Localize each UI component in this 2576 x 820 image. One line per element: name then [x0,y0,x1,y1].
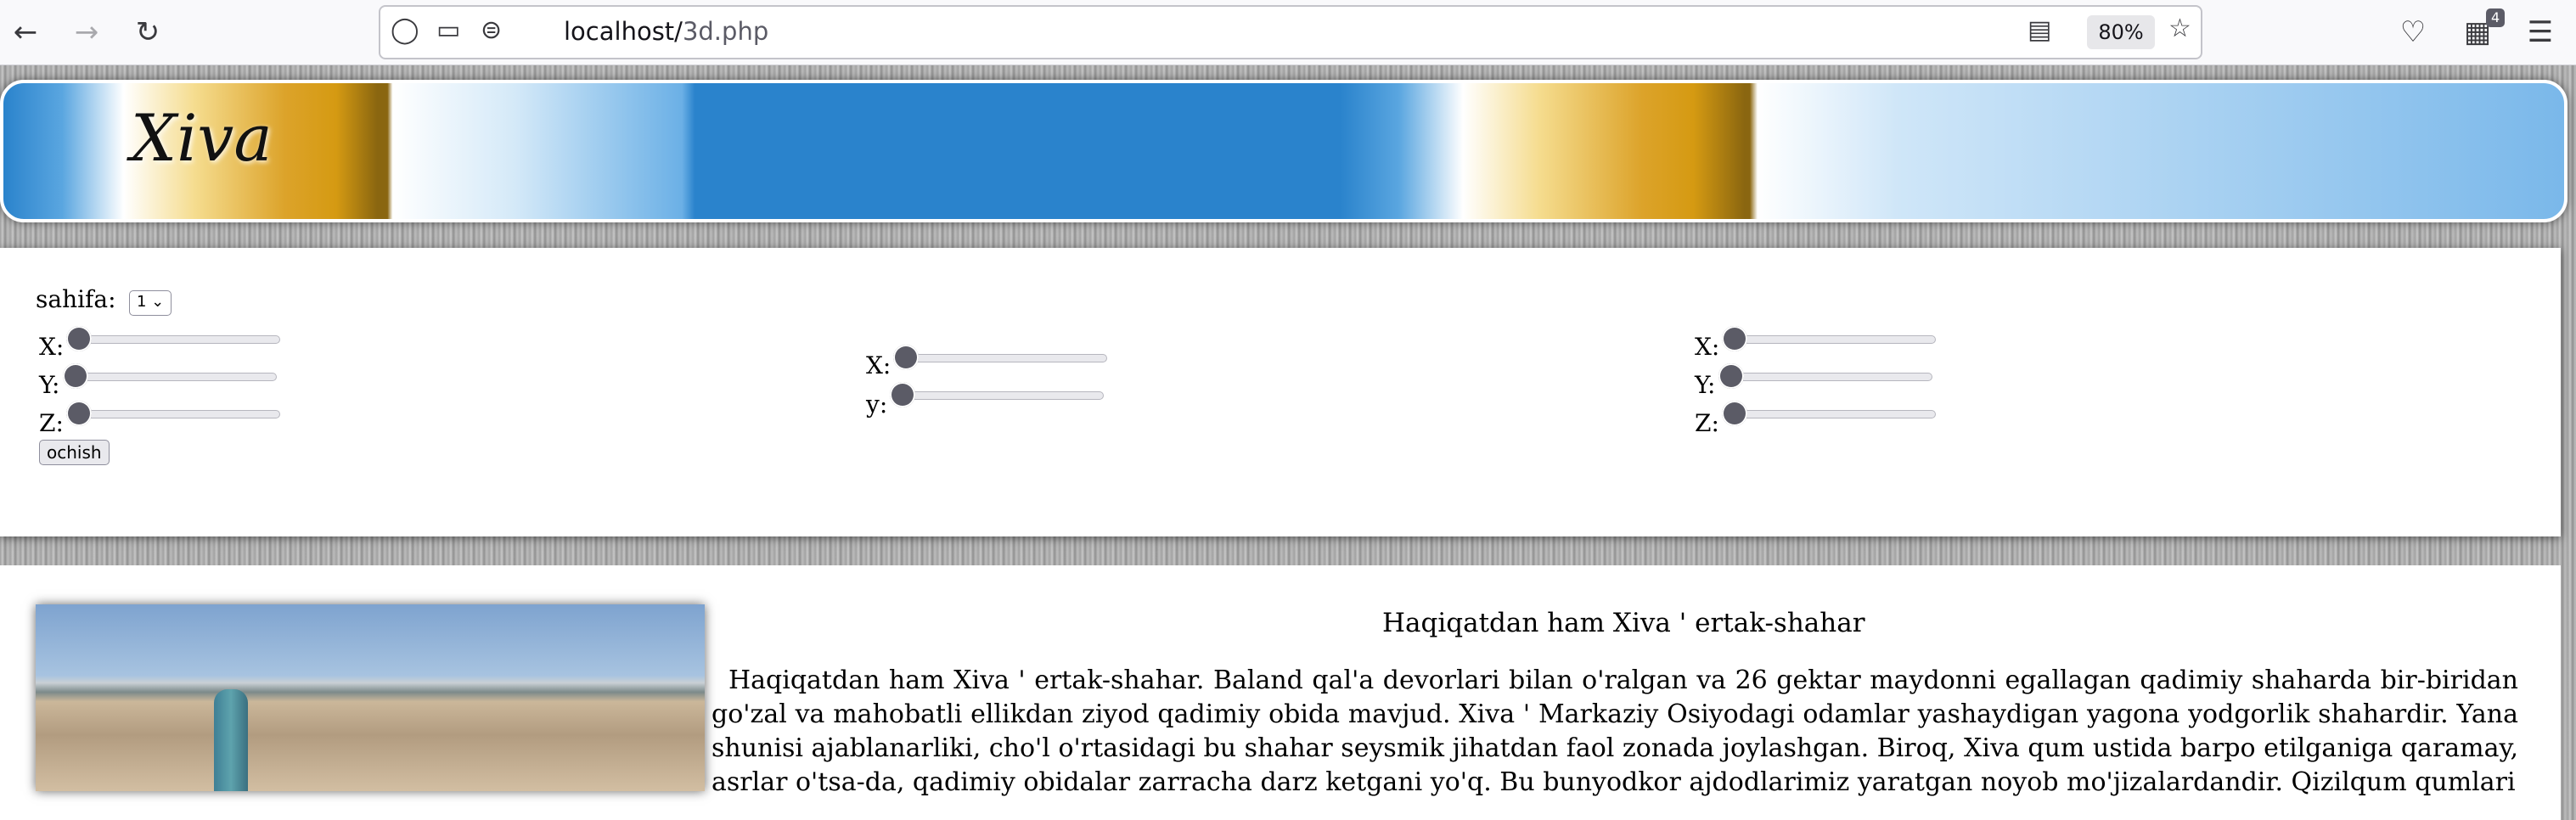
x-slider[interactable] [66,326,280,351]
slider-track [893,354,1107,362]
city-photo [36,604,705,791]
z-slider[interactable] [66,401,280,426]
slider-thumb[interactable] [66,401,92,426]
x-slider[interactable] [893,345,1107,370]
url-bar[interactable]: ◯ ▭ ⊜ localhost/3d.php ▤ 80% ☆ [379,5,2202,59]
extensions-badge: 4 [2486,8,2506,27]
shield-icon[interactable]: ◯ [391,14,419,48]
x-slider[interactable] [1722,326,1936,351]
slider-track [1722,410,1936,418]
back-icon[interactable]: ← [7,14,44,51]
reload-icon[interactable]: ↻ [129,14,166,51]
y-label: y: [866,390,888,418]
z-slider[interactable] [1722,401,1936,426]
page-label: sahifa: [36,285,116,313]
reader-view-icon[interactable]: ▤ [2028,14,2051,48]
article-body: Haqiqatdan ham Xiva ' ertak-shahar. Bala… [711,666,2518,797]
slider-thumb[interactable] [63,363,88,389]
controls-panel: sahifa: 1 ⌄ X: Y: Z: ochish X: y: X: Y: … [0,248,2561,536]
slider-thumb[interactable] [66,326,92,351]
slider-track [66,335,280,344]
article-section: Haqiqatdan ham Xiva ' ertak-shahar Haqiq… [0,565,2561,820]
url-path: 3d.php [682,17,769,46]
y-slider[interactable] [63,363,277,389]
page-select-value: 1 [137,293,147,311]
menu-icon[interactable]: ☰ [2522,14,2559,51]
z-label: Z: [1695,409,1719,437]
page-select[interactable]: 1 ⌄ [129,290,172,316]
slider-track [1722,335,1936,344]
slider-track [66,410,280,418]
slider-track [1718,373,1932,381]
open-button[interactable]: ochish [39,440,110,465]
url-text[interactable]: localhost/3d.php [564,17,768,46]
minaret-shape [214,689,248,791]
x-label: X: [1695,333,1720,361]
zoom-level[interactable]: 80% [2087,15,2155,49]
y-slider[interactable] [890,382,1104,407]
slider-track [890,391,1104,400]
slider-thumb[interactable] [893,345,919,370]
y-label: Y: [39,371,60,399]
url-host: localhost/ [564,17,683,46]
x-label: X: [866,351,891,379]
z-label: Z: [39,409,64,437]
header-banner: Xiva [0,80,2568,222]
slider-thumb[interactable] [890,382,915,407]
y-label: Y: [1695,371,1716,399]
pocket-icon[interactable]: ♡ [2394,14,2432,51]
permissions-icon[interactable]: ⊜ [481,14,502,48]
page-icon[interactable]: ▭ [436,14,460,48]
slider-thumb[interactable] [1722,326,1747,351]
slider-track [63,373,277,381]
bookmark-star-icon[interactable]: ☆ [2168,12,2191,46]
article-heading: Haqiqatdan ham Xiva ' ertak-shahar [1382,608,1865,638]
browser-toolbar: ← → ↻ ◯ ▭ ⊜ localhost/3d.php ▤ 80% ☆ ♡ ▦… [0,0,2576,65]
slider-thumb[interactable] [1718,363,1744,389]
slider-thumb[interactable] [1722,401,1747,426]
forward-icon[interactable]: → [68,14,105,51]
x-label: X: [39,333,65,361]
y-slider[interactable] [1718,363,1932,389]
site-title: Xiva [131,100,273,176]
